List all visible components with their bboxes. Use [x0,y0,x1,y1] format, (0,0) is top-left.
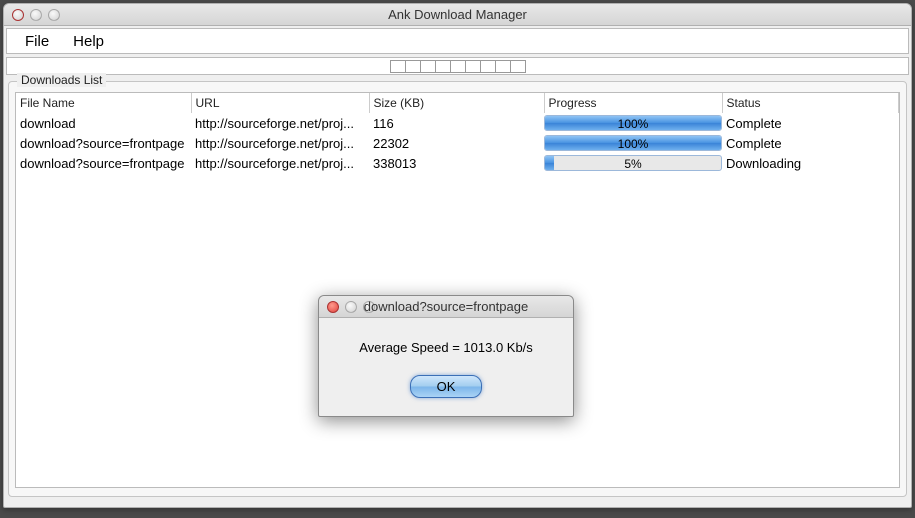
dialog-message: Average Speed = 1013.0 Kb/s [319,318,573,363]
dialog-window-controls [319,301,375,313]
dialog-backdrop: download?source=frontpage Average Speed … [0,0,915,518]
dialog-button-row: OK [319,363,573,416]
minimize-icon[interactable] [345,301,357,313]
ok-button[interactable]: OK [410,375,482,398]
dialog-titlebar[interactable]: download?source=frontpage [319,296,573,318]
speed-dialog: download?source=frontpage Average Speed … [318,295,574,417]
zoom-icon[interactable] [363,301,375,313]
close-icon[interactable] [327,301,339,313]
